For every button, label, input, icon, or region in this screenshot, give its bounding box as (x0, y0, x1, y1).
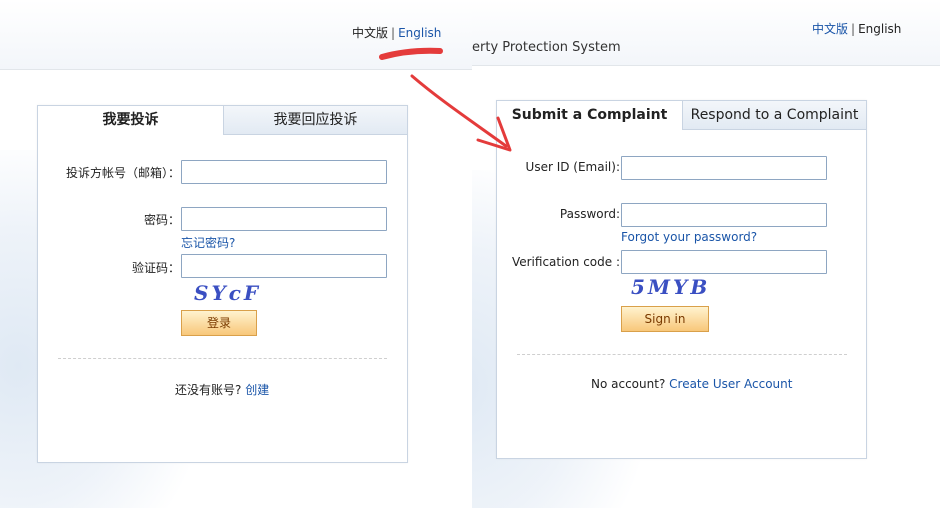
language-switcher: 中文版 | English (352, 24, 441, 41)
language-switcher: 中文版 | English (812, 20, 901, 37)
create-account-row: 还没有账号? 创建 (175, 381, 269, 398)
password-label: 密码： (143, 213, 180, 227)
captcha-input[interactable] (621, 250, 827, 274)
password-input[interactable] (181, 207, 387, 231)
login-tabs: Submit a Complaint Respond to a Complain… (497, 101, 866, 130)
login-card: Submit a Complaint Respond to a Complain… (496, 100, 867, 459)
captcha-image[interactable]: SYcF (194, 281, 261, 305)
captcha-image[interactable]: 5MYB (631, 275, 710, 299)
forgot-password-link[interactable]: 忘记密码? (181, 234, 235, 251)
login-card: 我要投诉 我要回应投诉 投诉方帐号（邮箱）： 密码： 忘记密码? 验证码： SY… (37, 105, 408, 463)
tab-submit-complaint[interactable]: 我要投诉 (38, 106, 223, 135)
create-account-link[interactable]: Create User Account (669, 377, 792, 391)
no-account-text: 还没有账号? (175, 383, 242, 397)
login-button[interactable]: 登录 (181, 310, 257, 336)
tab-submit-complaint[interactable]: Submit a Complaint (497, 101, 682, 130)
english-login-panel: 中文版 | English erty Protection System Submi… (472, 0, 940, 508)
forgot-password-link[interactable]: Forgot your password? (621, 230, 757, 244)
divider (517, 354, 847, 355)
user-id-input[interactable] (621, 156, 827, 180)
sign-in-button[interactable]: Sign in (621, 306, 709, 332)
system-title: erty Protection System (472, 40, 621, 55)
divider (58, 358, 387, 359)
user-id-label: User ID (Email): (525, 160, 620, 174)
tab-respond-complaint[interactable]: Respond to a Complaint (682, 101, 866, 130)
lang-chinese-link[interactable]: 中文版 (352, 26, 388, 40)
captcha-label: Verification code : (511, 255, 620, 269)
captcha-input[interactable] (181, 254, 387, 278)
lang-separator: | (851, 22, 856, 36)
create-account-row: No account? Create User Account (591, 377, 792, 391)
login-tabs: 我要投诉 我要回应投诉 (38, 106, 407, 135)
password-label: Password: (559, 207, 620, 221)
lang-separator: | (391, 26, 396, 40)
captcha-label: 验证码： (131, 261, 180, 275)
user-id-label: 投诉方帐号（邮箱）： (65, 166, 180, 180)
chinese-login-panel: 中文版 | English 我要投诉 我要回应投诉 投诉方帐号（邮箱）： 密码： 忘… (0, 0, 472, 508)
lang-english-link[interactable]: English (398, 26, 441, 40)
create-account-link[interactable]: 创建 (245, 383, 269, 397)
no-account-text: No account? (591, 377, 666, 391)
tab-respond-complaint[interactable]: 我要回应投诉 (223, 106, 407, 135)
user-id-input[interactable] (181, 160, 387, 184)
lang-english-link[interactable]: English (858, 22, 901, 36)
password-input[interactable] (621, 203, 827, 227)
lang-chinese-link[interactable]: 中文版 (812, 22, 848, 36)
